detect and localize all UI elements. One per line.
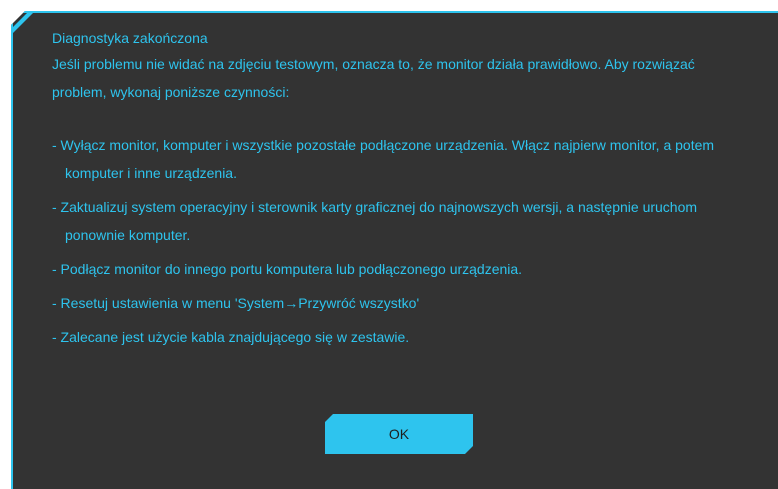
intro-text-line-1: Jeśli problemu nie widać na zdjęciu test…	[52, 56, 695, 72]
step-item: - Wyłącz monitor, komputer i wszystkie p…	[52, 137, 715, 181]
diagnostic-dialog: Diagnostyka zakończona Jeśli problemu ni…	[11, 11, 778, 489]
dialog-title: Diagnostyka zakończona	[52, 30, 208, 46]
corner-accent	[13, 13, 33, 33]
step-item: - Podłącz monitor do innego portu komput…	[52, 261, 523, 277]
intro-text-line-2: problem, wykonaj poniższe czynności:	[52, 84, 290, 100]
step-item: - Resetuj ustawienia w menu 'System→Przy…	[52, 295, 420, 311]
dialog-content: Diagnostyka zakończona Jeśli problemu ni…	[52, 27, 758, 357]
step-item: - Zaktualizuj system operacyjny i sterow…	[52, 199, 698, 243]
step-item: - Zalecane jest użycie kabla znajdująceg…	[52, 329, 410, 345]
steps-list: - Wyłącz monitor, komputer i wszystkie p…	[52, 131, 758, 351]
ok-button[interactable]: OK	[325, 414, 473, 454]
